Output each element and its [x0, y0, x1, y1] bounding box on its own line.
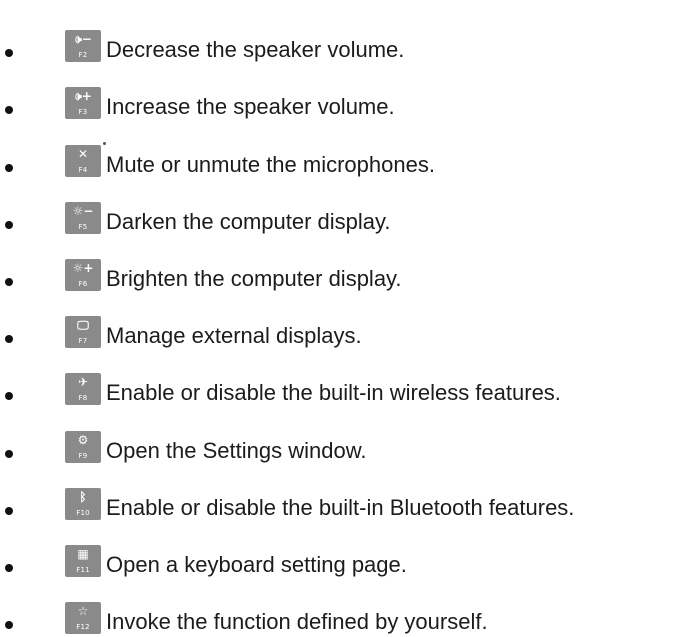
brightness-up-icon: ☼+ [72, 260, 94, 275]
key-label: F11 [76, 565, 90, 574]
f4-key: ✕ F4 [65, 141, 106, 177]
bullet [5, 563, 13, 572]
bullet [5, 163, 13, 172]
bullet [5, 220, 13, 229]
bullet [5, 277, 13, 286]
bullet [5, 335, 13, 344]
key-label: F7 [78, 337, 88, 346]
bullet [5, 449, 13, 458]
function-key-list: 🕩− F2 Decrease the speaker volume. 🕩+ F3… [0, 8, 674, 637]
key-label: F10 [76, 508, 90, 517]
list-item-f3: 🕩+ F3 Increase the speaker volume. [0, 65, 674, 122]
bullet [5, 392, 13, 401]
list-item-f6: ☼+ F6 Brighten the computer display. [0, 237, 674, 294]
f3-key: 🕩+ F3 [65, 87, 101, 120]
key-label: F8 [78, 394, 88, 403]
indicator-led-icon [103, 141, 106, 145]
speaker-volume-down-icon: 🕩− [74, 32, 92, 47]
bullet [5, 49, 13, 58]
star-icon: ☆ [77, 604, 89, 619]
key-description: Darken the computer display. [106, 208, 391, 234]
bullet [5, 106, 13, 115]
f11-key: ▦ F11 [65, 544, 101, 577]
external-display-icon: 🖵 [77, 318, 89, 333]
f2-key: 🕩− F2 [65, 30, 101, 63]
keyboard-icon: ▦ [77, 546, 89, 561]
key-label: F9 [78, 451, 88, 460]
key-description: Increase the speaker volume. [106, 94, 395, 120]
bluetooth-icon: ᛒ [79, 489, 87, 504]
key-description: Open a keyboard setting page. [106, 551, 407, 577]
f9-key: ⚙ F9 [65, 430, 101, 463]
f10-key: ᛒ F10 [65, 487, 101, 520]
key-label: F2 [78, 51, 88, 60]
brightness-down-icon: ☼− [72, 203, 94, 218]
speaker-volume-up-icon: 🕩+ [74, 89, 92, 104]
wireless-icon: ✈ [77, 375, 89, 390]
key-description: Brighten the computer display. [106, 265, 402, 291]
key-description: Invoke the function defined by yourself. [106, 609, 488, 635]
list-item-f4: ✕ F4 Mute or unmute the microphones. [0, 122, 674, 179]
key-description: Manage external displays. [106, 323, 362, 349]
f8-key: ✈ F8 [65, 373, 101, 406]
key-label: F12 [76, 623, 90, 632]
settings-gear-icon: ⚙ [77, 432, 89, 447]
list-item-f7: 🖵 F7 Manage external displays. [0, 294, 674, 351]
key-description: Open the Settings window. [106, 437, 367, 463]
list-item-f2: 🕩− F2 Decrease the speaker volume. [0, 8, 674, 65]
microphone-mute-icon: ✕ [77, 146, 89, 161]
f6-key: ☼+ F6 [65, 258, 101, 291]
key-description: Decrease the speaker volume. [106, 37, 405, 63]
key-label: F6 [78, 279, 88, 288]
list-item-f12: ☆ F12 Invoke the function defined by you… [0, 580, 674, 637]
f5-key: ☼− F5 [65, 201, 101, 234]
key-label: F5 [78, 222, 88, 231]
list-item-f5: ☼− F5 Darken the computer display. [0, 180, 674, 237]
f7-key: 🖵 F7 [65, 316, 101, 349]
key-label: F4 [78, 165, 88, 174]
list-item-f9: ⚙ F9 Open the Settings window. [0, 408, 674, 465]
key-description: Mute or unmute the microphones. [106, 151, 435, 177]
key-description: Enable or disable the built-in wireless … [106, 380, 561, 406]
list-item-f11: ▦ F11 Open a keyboard setting page. [0, 523, 674, 580]
list-item-f10: ᛒ F10 Enable or disable the built-in Blu… [0, 466, 674, 523]
list-item-f8: ✈ F8 Enable or disable the built-in wire… [0, 351, 674, 408]
key-description: Enable or disable the built-in Bluetooth… [106, 494, 575, 520]
bullet [5, 621, 13, 630]
key-label: F3 [78, 108, 88, 117]
f12-key: ☆ F12 [65, 602, 101, 635]
bullet [5, 506, 13, 515]
